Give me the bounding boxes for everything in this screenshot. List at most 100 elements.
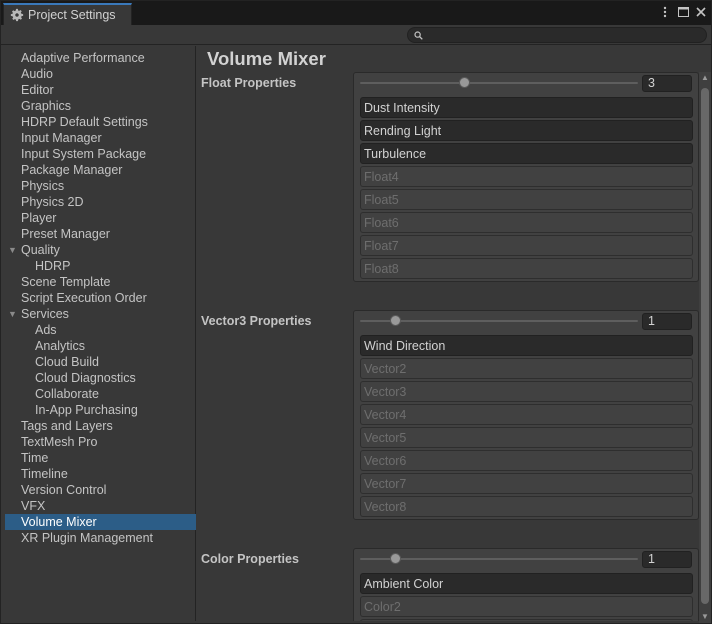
sidebar-item-label: Script Execution Order	[21, 291, 147, 305]
property-slot[interactable]: Vector5	[360, 427, 693, 448]
sidebar-item-label: In-App Purchasing	[35, 403, 138, 417]
vector3-properties-count-slider[interactable]: 1	[354, 311, 698, 331]
sidebar-item-vfx[interactable]: VFX	[5, 498, 196, 514]
sidebar-item-xr-plugin-management[interactable]: XR Plugin Management	[5, 530, 196, 546]
float-properties-label: Float Properties	[201, 76, 297, 90]
property-slot[interactable]: Float8	[360, 258, 693, 279]
sidebar-item-label: Ads	[35, 323, 57, 337]
sidebar-item-label: Physics 2D	[21, 195, 84, 209]
sidebar-item-label: TextMesh Pro	[21, 435, 98, 449]
sidebar-item-input-system-package[interactable]: Input System Package	[5, 146, 196, 162]
sidebar-item-label: Graphics	[21, 99, 72, 113]
sidebar-item-scene-template[interactable]: Scene Template	[5, 274, 196, 290]
slider-track[interactable]	[360, 82, 638, 84]
search-field[interactable]	[407, 27, 707, 43]
sidebar-item-label: VFX	[21, 499, 46, 513]
search-icon	[414, 30, 423, 40]
scrollbar-thumb[interactable]	[701, 88, 709, 604]
sidebar-item-label: Adaptive Performance	[21, 51, 145, 65]
slider-thumb[interactable]	[459, 77, 471, 88]
slider-thumb[interactable]	[389, 553, 401, 564]
property-slot[interactable]: Vector6	[360, 450, 693, 471]
sidebar-item-script-execution-order[interactable]: Script Execution Order	[5, 290, 196, 306]
settings-toolbar	[1, 25, 711, 45]
property-slot[interactable]: Vector2	[360, 358, 693, 379]
property-slot[interactable]: Color3	[360, 619, 693, 621]
property-slot[interactable]: Float4	[360, 166, 693, 187]
property-slot[interactable]: Wind Direction	[360, 335, 693, 356]
sidebar-item-label: Volume Mixer	[21, 515, 97, 529]
sidebar-item-cloud-diagnostics[interactable]: Cloud Diagnostics	[5, 370, 196, 386]
float-properties-count-field[interactable]: 3	[642, 75, 692, 92]
sidebar-item-label: Input Manager	[21, 131, 102, 145]
kebab-menu-icon[interactable]	[659, 5, 671, 19]
scroll-down-arrow-icon[interactable]: ▼	[699, 611, 711, 623]
color-properties-count-field[interactable]: 1	[642, 551, 692, 568]
color-properties-count-slider[interactable]: 1	[354, 549, 698, 569]
property-slot[interactable]: Ambient Color	[360, 573, 693, 594]
sidebar-item-time[interactable]: Time	[5, 450, 196, 466]
tab-project-settings[interactable]: Project Settings	[3, 3, 132, 25]
sidebar-item-package-manager[interactable]: Package Manager	[5, 162, 196, 178]
property-slot[interactable]: Float6	[360, 212, 693, 233]
sidebar-item-label: Cloud Diagnostics	[35, 371, 136, 385]
sidebar-item-volume-mixer[interactable]: Volume Mixer	[5, 514, 196, 530]
scroll-up-arrow-icon[interactable]: ▲	[699, 72, 711, 84]
sidebar-item-collaborate[interactable]: Collaborate	[5, 386, 196, 402]
property-slot[interactable]: Float7	[360, 235, 693, 256]
sidebar-item-analytics[interactable]: Analytics	[5, 338, 196, 354]
page-title: Volume Mixer	[207, 48, 326, 69]
foldout-arrow-icon[interactable]: ▼	[8, 306, 18, 322]
float-properties-box: 3 Dust Intensity Rending Light Turbulence Fl…	[353, 72, 699, 282]
sidebar-item-ads[interactable]: Ads	[5, 322, 196, 338]
sidebar-item-preset-manager[interactable]: Preset Manager	[5, 226, 196, 242]
property-slot[interactable]: Vector8	[360, 496, 693, 517]
sidebar-item-physics[interactable]: Physics	[5, 178, 196, 194]
sidebar-item-player[interactable]: Player	[5, 210, 196, 226]
sidebar-item-quality[interactable]: ▼ Quality	[5, 242, 196, 258]
property-slot[interactable]: Color2	[360, 596, 693, 617]
sidebar-item-physics-2d[interactable]: Physics 2D	[5, 194, 196, 210]
vector3-properties-count-field[interactable]: 1	[642, 313, 692, 330]
sidebar-item-tags-and-layers[interactable]: Tags and Layers	[5, 418, 196, 434]
foldout-arrow-icon[interactable]: ▼	[8, 242, 18, 258]
sidebar-item-graphics[interactable]: Graphics	[5, 98, 196, 114]
property-slot[interactable]: Vector7	[360, 473, 693, 494]
sidebar-item-cloud-build[interactable]: Cloud Build	[5, 354, 196, 370]
sidebar-item-in-app-purchasing[interactable]: In-App Purchasing	[5, 402, 196, 418]
slider-track[interactable]	[360, 320, 638, 322]
sidebar-item-adaptive-performance[interactable]: Adaptive Performance	[5, 50, 196, 66]
sidebar-item-hdrp-default-settings[interactable]: HDRP Default Settings	[5, 114, 196, 130]
settings-tree: Adaptive Performance Audio Editor Graphics H…	[5, 50, 196, 546]
sidebar-item-label: Preset Manager	[21, 227, 110, 241]
window-controls	[659, 5, 707, 19]
sidebar-item-label: Audio	[21, 67, 53, 81]
sidebar-item-label: Analytics	[35, 339, 86, 353]
sidebar-item-label: Scene Template	[21, 275, 111, 289]
slider-thumb[interactable]	[389, 315, 401, 326]
sidebar-item-timeline[interactable]: Timeline	[5, 466, 196, 482]
sidebar-item-label: Services	[21, 307, 69, 321]
property-slot[interactable]: Rending Light	[360, 120, 693, 141]
sidebar-item-version-control[interactable]: Version Control	[5, 482, 196, 498]
search-input[interactable]	[427, 29, 697, 41]
property-slot[interactable]: Turbulence	[360, 143, 693, 164]
sidebar-item-services[interactable]: ▼ Services	[5, 306, 196, 322]
color-properties-box: 1 Ambient ColorColor2 Color3	[353, 548, 699, 621]
close-icon[interactable]	[695, 5, 707, 19]
sidebar-item-textmesh-pro[interactable]: TextMesh Pro	[5, 434, 196, 450]
sidebar-item-audio[interactable]: Audio	[5, 66, 196, 82]
property-slot[interactable]: Dust Intensity	[360, 97, 693, 118]
sidebar-item-input-manager[interactable]: Input Manager	[5, 130, 196, 146]
slider-track[interactable]	[360, 558, 638, 560]
vector3-properties-label: Vector3 Properties	[201, 314, 312, 328]
float-properties-count-slider[interactable]: 3	[354, 73, 698, 93]
sidebar-item-hdrp[interactable]: HDRP	[5, 258, 196, 274]
maximize-icon[interactable]	[677, 5, 689, 19]
sidebar-item-label: Physics	[21, 179, 65, 193]
property-slot[interactable]: Vector3	[360, 381, 693, 402]
vertical-scrollbar[interactable]: ▲ ▼	[699, 72, 711, 623]
property-slot[interactable]: Float5	[360, 189, 693, 210]
sidebar-item-editor[interactable]: Editor	[5, 82, 196, 98]
property-slot[interactable]: Vector4	[360, 404, 693, 425]
